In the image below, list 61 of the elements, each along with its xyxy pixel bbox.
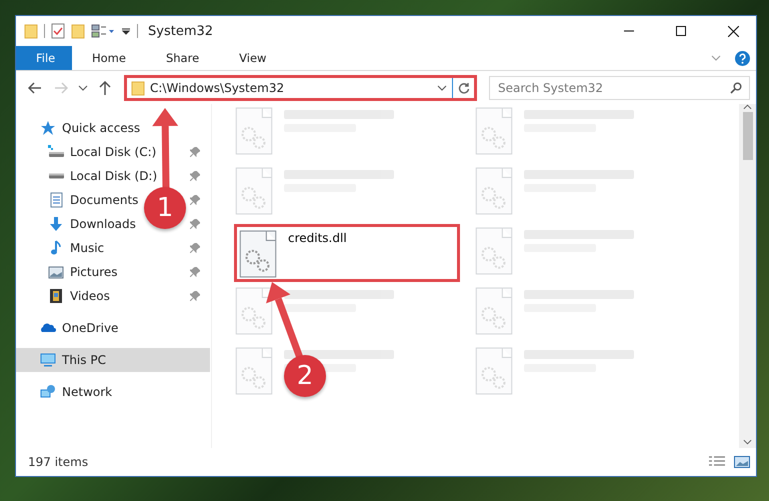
up-arrow-icon — [99, 80, 111, 94]
chevron-down-icon — [78, 84, 88, 90]
ribbon-tab[interactable]: Share — [146, 46, 220, 70]
nav-item[interactable]: Local Disk (D:) — [16, 164, 210, 188]
dll-file-icon — [474, 107, 514, 155]
nav-item[interactable]: Local Disk (C:) — [16, 140, 210, 164]
dropdown-icon[interactable] — [437, 84, 447, 90]
file-menu-button[interactable]: File — [16, 46, 72, 70]
scroll-up-icon[interactable] — [743, 104, 752, 110]
dll-file-icon — [234, 347, 274, 395]
picture-icon — [48, 264, 64, 280]
dll-file-icon — [474, 227, 514, 275]
close-icon — [728, 26, 738, 36]
network-icon — [40, 384, 56, 400]
maximize-icon — [676, 26, 686, 36]
customize-toolbar-icon[interactable] — [121, 26, 131, 36]
drive-icon — [48, 144, 64, 160]
nav-item[interactable]: Videos — [16, 284, 210, 308]
nav-item[interactable]: Music — [16, 236, 210, 260]
address-path: C:\Windows\System32 — [150, 80, 286, 94]
dll-file-icon — [474, 287, 514, 335]
folder-icon — [24, 23, 38, 39]
refresh-icon — [458, 82, 470, 94]
dll-file-icon — [234, 287, 274, 335]
view-options-icon[interactable] — [91, 23, 115, 39]
dll-file-icon — [234, 107, 274, 155]
scrollbar-thumb[interactable] — [742, 112, 752, 160]
nav-item[interactable]: Pictures — [16, 260, 210, 284]
monitor-icon — [40, 352, 56, 368]
forward-arrow-icon — [54, 82, 68, 94]
file-name: credits.dll — [288, 231, 347, 245]
expand-ribbon-icon[interactable] — [711, 55, 721, 61]
properties-icon[interactable] — [51, 23, 65, 39]
scroll-down-icon[interactable] — [743, 439, 752, 445]
item-count: 197 items — [28, 455, 90, 469]
ribbon-tab[interactable]: View — [219, 46, 286, 70]
minimize-icon — [624, 30, 634, 32]
blurred-type-bar — [284, 304, 356, 312]
dll-file-icon — [234, 167, 274, 215]
down-arrow-icon — [48, 216, 64, 232]
dll-file-icon — [474, 167, 514, 215]
dll-file-icon — [474, 347, 514, 395]
back-arrow-icon — [28, 82, 42, 94]
file-item[interactable]: credits.dll — [234, 224, 460, 282]
nav-item[interactable]: This PC — [16, 348, 210, 372]
nav-item[interactable]: Quick access — [16, 116, 210, 140]
ribbon-tab[interactable]: Home — [72, 46, 146, 70]
film-icon — [48, 288, 64, 304]
nav-item[interactable]: OneDrive — [16, 316, 210, 340]
drive-icon — [48, 173, 64, 179]
folder-icon — [131, 80, 145, 96]
window-title: System32 — [148, 24, 214, 38]
search-icon — [730, 82, 742, 94]
scrollbar[interactable] — [739, 104, 756, 448]
document-icon — [48, 192, 64, 208]
large-icons-view-icon[interactable] — [734, 455, 750, 469]
nav-item[interactable]: Network — [16, 380, 210, 404]
help-icon[interactable] — [735, 50, 750, 66]
dll-file-icon — [238, 230, 278, 278]
search-field[interactable]: Search System32 — [489, 76, 750, 100]
address-bar[interactable]: C:\Windows\System32 — [124, 74, 477, 100]
